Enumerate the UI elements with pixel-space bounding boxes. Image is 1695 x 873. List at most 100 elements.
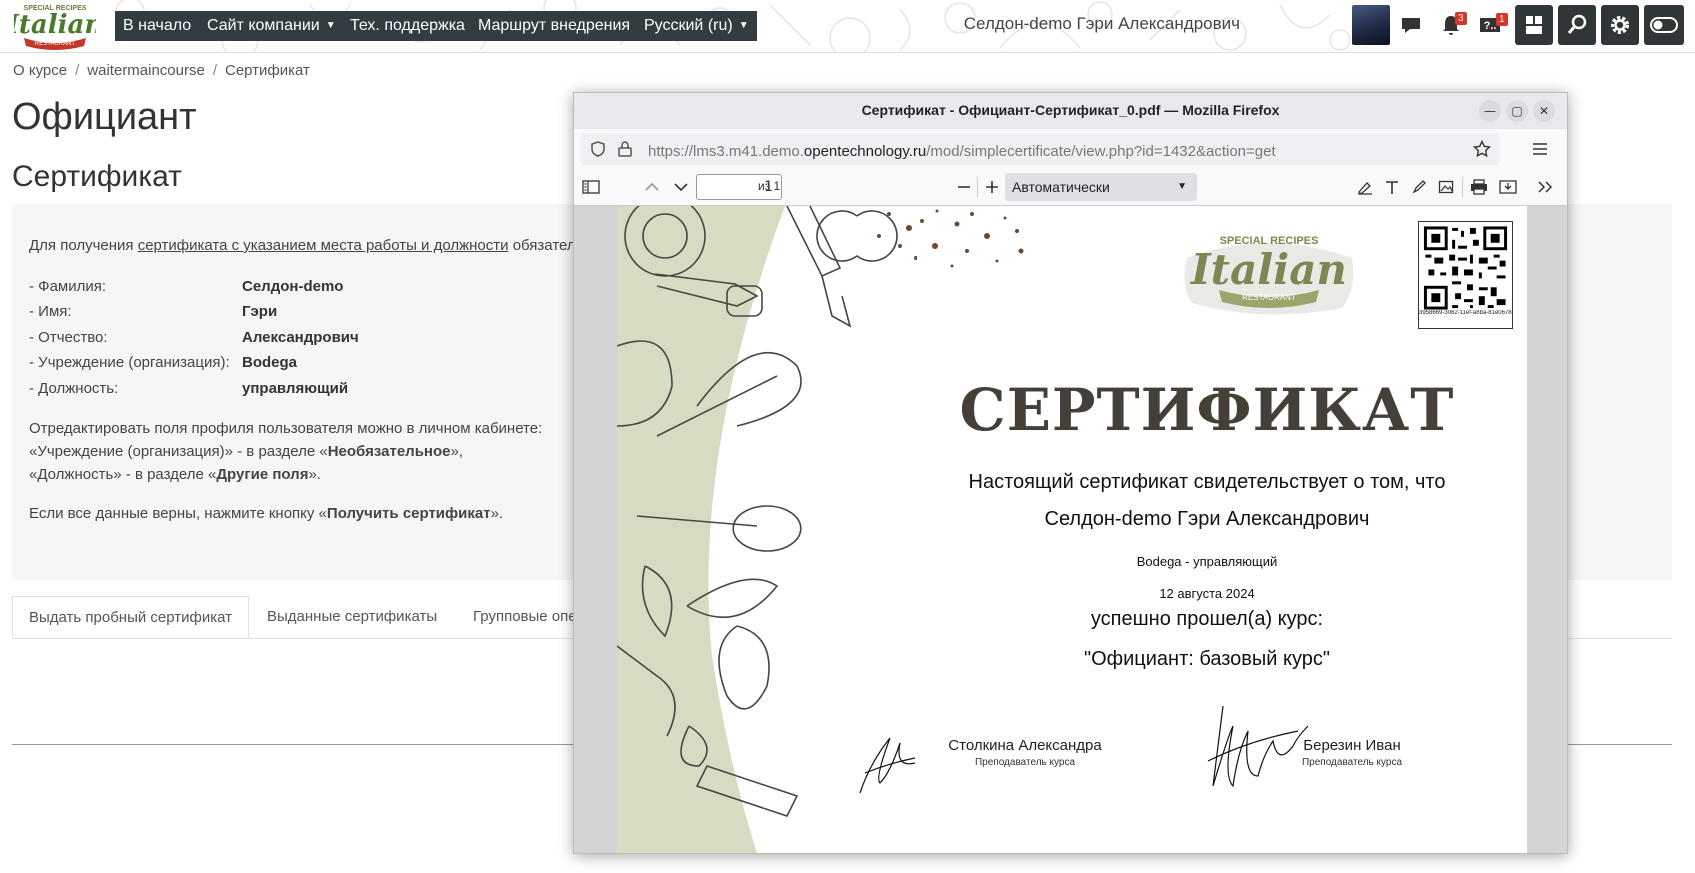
user-name[interactable]: Селдон-demo Гэри Александрович	[964, 14, 1240, 34]
edit-line2-prefix: «Учреждение (организация)» - в разделе «	[29, 443, 328, 460]
window-title: Сертификат - Официант-Сертификат_0.pdf —…	[861, 102, 1280, 118]
zoom-select[interactable]: Автоматически ▼	[1005, 173, 1197, 201]
certificate-logo: SPECIAL RECIPES Italian RESTAURANT	[1184, 235, 1354, 315]
chevron-down-icon: ▼	[325, 20, 336, 31]
edit-line3-bold: Другие поля	[216, 466, 309, 483]
nav-company-site-dropdown[interactable]: Сайт компании ▼	[199, 11, 344, 41]
toggle-icon	[1650, 17, 1678, 33]
sidebar-toggle-icon[interactable]	[582, 179, 600, 195]
dashboard-button[interactable]	[1515, 5, 1553, 45]
page-title: Официант	[12, 96, 197, 138]
more-tools-icon[interactable]	[1536, 179, 1554, 195]
breadcrumb-certificate[interactable]: Сертификат	[225, 62, 310, 79]
previous-page-icon[interactable]	[644, 179, 660, 195]
edit-line3-prefix: «Должность» - в разделе «	[29, 466, 217, 483]
nav-company-site-label: Сайт компании	[207, 17, 320, 35]
field-label: - Должность:	[29, 380, 119, 397]
close-button[interactable]: ✕	[1533, 100, 1555, 122]
print-icon[interactable]	[1470, 179, 1488, 195]
signer-name: Березин Иван	[1303, 737, 1401, 754]
chat-icon[interactable]	[1398, 12, 1424, 38]
cert-logo-bottom: RESTAURANT	[1242, 293, 1296, 302]
nav-language-label: Русский (ru)	[644, 17, 733, 35]
url-field[interactable]: https://lms3.m41.demo.opentechnology.ru/…	[580, 133, 1500, 165]
highlight-icon[interactable]	[1356, 179, 1374, 195]
confirm-prefix: Если все данные верны, нажмите кнопку «	[29, 505, 327, 522]
notifications-badge: 3	[1455, 12, 1467, 25]
zoom-out-icon[interactable]	[956, 179, 972, 195]
url-domain: opentechnology.ru	[803, 143, 927, 160]
qr-caption: 3958669-3062-11ef-a8ba-81e0678659e	[1419, 310, 1512, 316]
nav-home-button[interactable]: В начало	[115, 11, 200, 41]
edit-line2-suffix: »,	[450, 443, 463, 460]
nav-home-label: В начало	[123, 17, 192, 34]
breadcrumb-course[interactable]: О курсе	[13, 62, 67, 79]
minimize-button[interactable]: —	[1479, 100, 1501, 122]
certificate-page: SPECIAL RECIPES Italian RESTAURANT 39586…	[617, 206, 1527, 853]
company-logo[interactable]: SPECIAL RECIPES Italian RESTAURANT	[14, 2, 96, 50]
field-label: - Фамилия:	[29, 278, 107, 295]
firefox-window: Сертификат - Официант-Сертификат_0.pdf —…	[573, 92, 1568, 854]
draw-icon[interactable]	[1411, 179, 1427, 195]
next-page-icon[interactable]	[673, 179, 689, 195]
maximize-icon: ▢	[1511, 104, 1523, 118]
maximize-button[interactable]: ▢	[1506, 100, 1528, 122]
confirm-text: Если все данные верны, нажмите кнопку «П…	[29, 505, 503, 522]
breadcrumb-coursecode[interactable]: waitermaincourse	[87, 62, 205, 79]
nav-support-button[interactable]: Тех. поддержка	[342, 11, 473, 41]
qr-code: 3958669-3062-11ef-a8ba-81e0678659e	[1418, 221, 1513, 329]
certificate-course: "Официант: базовый курс"	[1083, 648, 1330, 670]
window-titlebar[interactable]: Сертификат - Официант-Сертификат_0.pdf —…	[574, 93, 1567, 129]
cert-logo-main: Italian	[1190, 245, 1347, 294]
edit-line3-suffix: ».	[308, 466, 321, 483]
certificate-organization: Bodega - управляющий	[1136, 554, 1278, 569]
pdf-toolbar: 1 из 1 Автоматически ▼	[574, 169, 1567, 206]
field-value: Александрович	[242, 329, 359, 346]
search-icon	[1567, 14, 1587, 34]
url-text: https://lms3.m41.demo.opentechnology.ru/…	[648, 143, 1276, 160]
page-count: из 1	[758, 179, 781, 193]
field-value: Селдон-demo	[242, 278, 344, 295]
search-button[interactable]	[1558, 5, 1596, 45]
shield-icon[interactable]	[590, 141, 606, 157]
text-icon[interactable]	[1384, 179, 1400, 195]
signer-role: Преподаватель курса	[1301, 757, 1403, 768]
settings-button[interactable]	[1601, 5, 1639, 45]
help-badge: 1	[1496, 13, 1508, 26]
save-icon[interactable]	[1499, 179, 1517, 195]
confirm-suffix: ».	[490, 505, 504, 522]
avatar[interactable]	[1352, 5, 1390, 45]
signature-image	[859, 737, 916, 794]
certificate-info-link[interactable]: сертификата с указанием места работы и д…	[138, 237, 509, 254]
tab-issued-certificates[interactable]: Выданные сертификаты	[251, 596, 453, 638]
nav-support-label: Тех. поддержка	[350, 17, 465, 34]
zoom-in-icon[interactable]	[984, 179, 1000, 195]
svg-text:?..: ?..	[1484, 20, 1497, 32]
image-icon[interactable]	[1438, 179, 1454, 195]
edit-line2-bold: Необязательное	[327, 443, 451, 460]
star-icon[interactable]	[1473, 140, 1491, 158]
breadcrumb: О курсе / waitermaincourse / Сертификат	[13, 62, 310, 79]
spice-dots	[920, 209, 1024, 268]
qr-pattern	[1423, 226, 1508, 310]
field-value: управляющий	[242, 380, 349, 397]
menu-icon[interactable]	[1532, 141, 1548, 157]
field-label: - Отчество:	[29, 329, 108, 346]
intro-prefix: Для получения	[29, 237, 138, 254]
theme-toggle[interactable]	[1644, 5, 1684, 45]
field-label: - Имя:	[29, 303, 72, 320]
field-value: Bodega	[242, 354, 298, 371]
nav-language-dropdown[interactable]: Русский (ru) ▼	[636, 11, 757, 41]
zoom-value: Автоматически	[1012, 179, 1110, 195]
tab-issue-test-certificate[interactable]: Выдать пробный сертификат	[12, 596, 250, 638]
confirm-bold: Получить сертификат	[326, 505, 491, 522]
page-subtitle: Сертификат	[12, 160, 182, 193]
nav-route-button[interactable]: Маршрут внедрения	[470, 11, 639, 41]
dashboard-icon	[1526, 16, 1542, 34]
chevron-down-icon: ▼	[1177, 181, 1187, 192]
url-prefix: https://lms3.m41.demo.	[648, 143, 804, 160]
minimize-icon: —	[1484, 104, 1496, 118]
pdf-viewport[interactable]: SPECIAL RECIPES Italian RESTAURANT 39586…	[574, 206, 1567, 853]
lock-icon[interactable]	[618, 141, 632, 157]
certificate-heading: СЕРТИФИКАТ	[959, 376, 1455, 444]
